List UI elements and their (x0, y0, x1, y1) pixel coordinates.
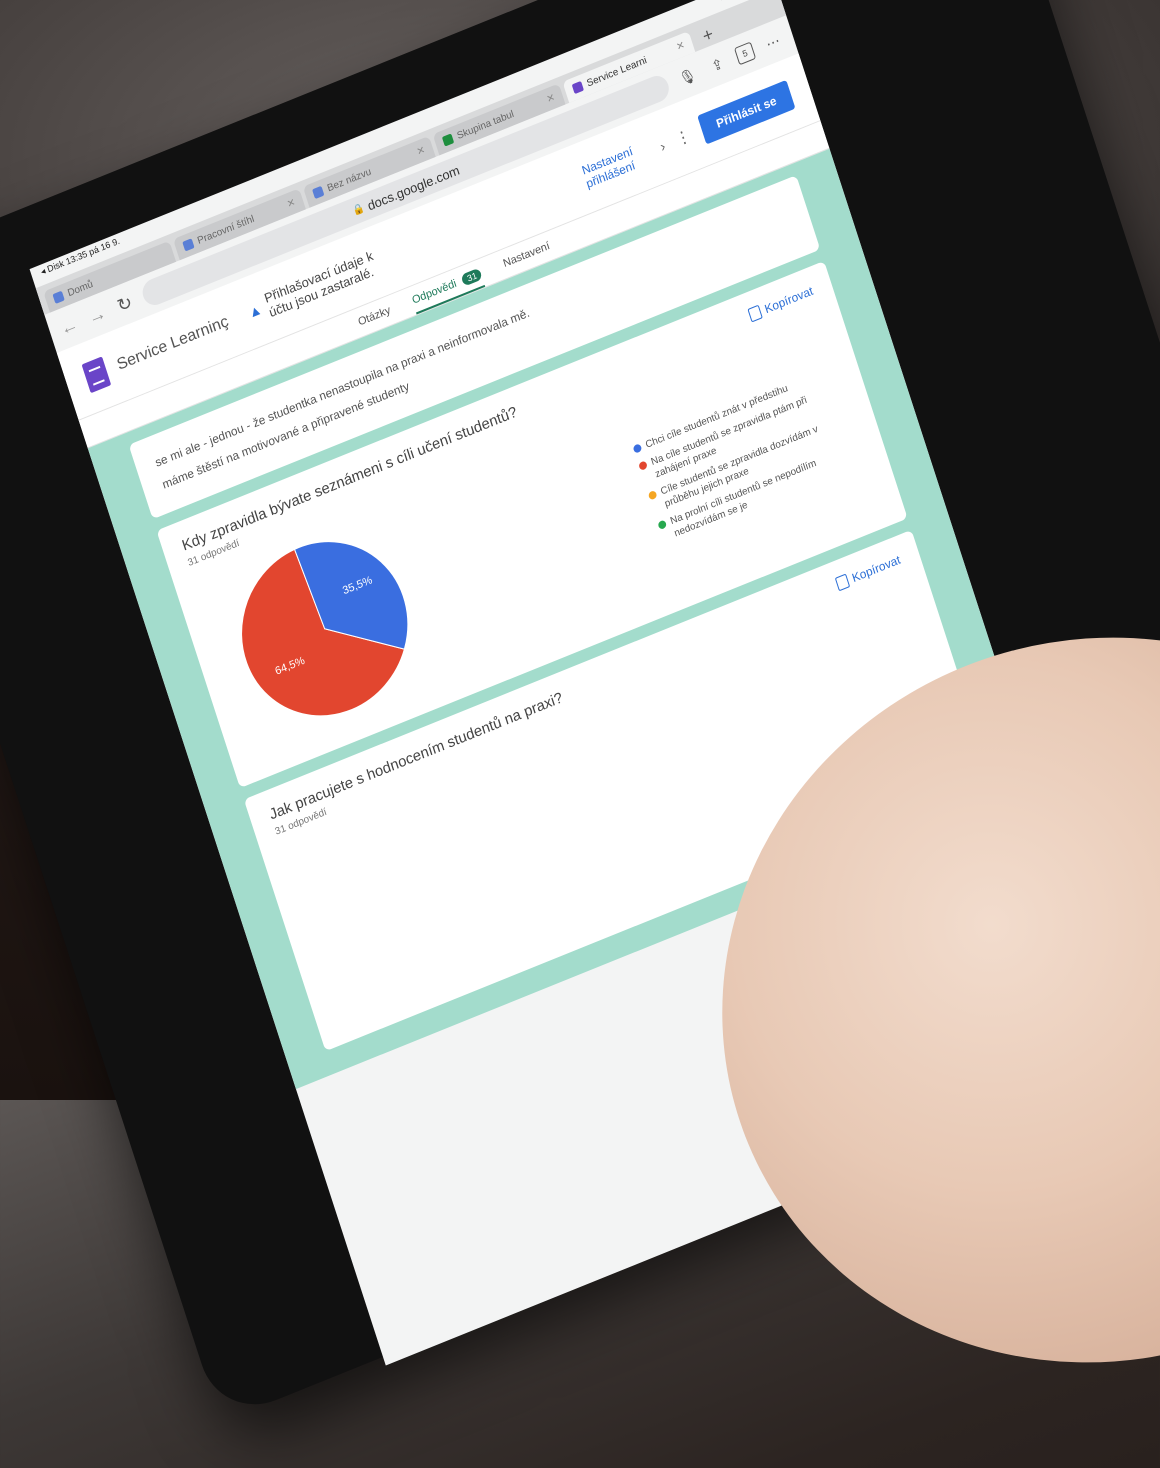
responses-count-badge: 31 (460, 267, 484, 287)
copy-icon (746, 304, 763, 323)
google-forms-logo-icon[interactable] (81, 356, 112, 394)
chart-legend: Chci cíle studentů znát v předstihu Na cí… (632, 362, 870, 550)
tab-favicon-icon (52, 290, 65, 304)
tab-switcher-button[interactable]: 5 (733, 41, 757, 66)
legend-swatch (632, 443, 643, 454)
warning-icon: ▲ (246, 300, 264, 321)
legend-swatch (657, 519, 668, 531)
forward-icon[interactable]: → (84, 302, 109, 330)
kebab-menu-icon[interactable]: ⋮ (673, 125, 694, 150)
reload-icon[interactable]: ↻ (112, 290, 137, 318)
close-icon[interactable]: ✕ (415, 144, 426, 158)
login-settings-link[interactable]: Nastavení přihlášení (580, 138, 654, 191)
legend-swatch (638, 460, 648, 472)
chevron-right-icon[interactable]: › (658, 138, 667, 155)
copy-button[interactable]: Kopírovat (746, 283, 815, 323)
forms-favicon-icon (571, 80, 585, 95)
cloud-icon (312, 185, 325, 200)
legend-swatch (647, 489, 658, 501)
close-icon[interactable]: ✕ (286, 197, 297, 211)
share-icon[interactable]: ⇪ (704, 52, 730, 76)
microphone-icon[interactable]: 🎙 (675, 64, 701, 88)
close-icon[interactable]: ✕ (675, 39, 686, 53)
sheets-icon (441, 133, 455, 147)
lock-icon: 🔒 (350, 202, 366, 218)
copy-label: Kopírovat (762, 283, 815, 316)
tab-label: Domů (66, 278, 95, 299)
close-icon[interactable]: ✕ (545, 92, 556, 106)
copy-button[interactable]: Kopírovat (834, 552, 903, 592)
tab-favicon-icon (182, 238, 195, 252)
copy-label: Kopírovat (850, 552, 903, 585)
back-icon[interactable]: ← (57, 313, 82, 341)
copy-icon (834, 573, 850, 592)
more-menu-icon[interactable]: ⋯ (760, 30, 786, 54)
sign-in-button[interactable]: Přihlásit se (697, 79, 796, 145)
